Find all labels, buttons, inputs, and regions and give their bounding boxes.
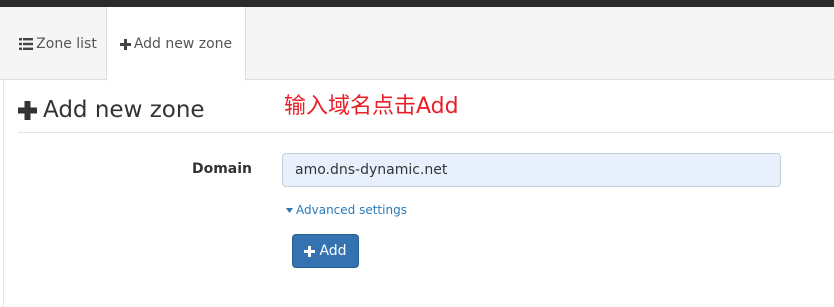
- divider: [18, 132, 834, 133]
- tab-zone-list[interactable]: Zone list: [12, 7, 104, 80]
- page-title-text: Add new zone: [43, 97, 205, 123]
- advanced-settings-link[interactable]: Advanced settings: [286, 203, 407, 217]
- list-icon: [19, 37, 34, 50]
- tab-zone-list-label: Zone list: [36, 35, 97, 52]
- tab-add-new-zone-label: Add new zone: [133, 36, 233, 52]
- domain-label: Domain: [191, 161, 252, 177]
- page-title: Add new zone: [18, 97, 205, 123]
- tab-add-new-zone[interactable]: Add new zone: [106, 7, 246, 81]
- instruction-annotation: 输入域名点击Add: [284, 94, 459, 119]
- plus-icon: [304, 245, 316, 257]
- caret-down-icon: [286, 207, 293, 213]
- advanced-settings-label: Advanced settings: [296, 203, 407, 217]
- plus-icon: [119, 38, 131, 50]
- panel-edge: [0, 80, 4, 307]
- top-bar: [0, 0, 834, 7]
- plus-icon: [18, 100, 37, 120]
- domain-input[interactable]: [282, 153, 781, 187]
- add-button-label: Add: [319, 243, 347, 259]
- add-button[interactable]: Add: [292, 234, 359, 268]
